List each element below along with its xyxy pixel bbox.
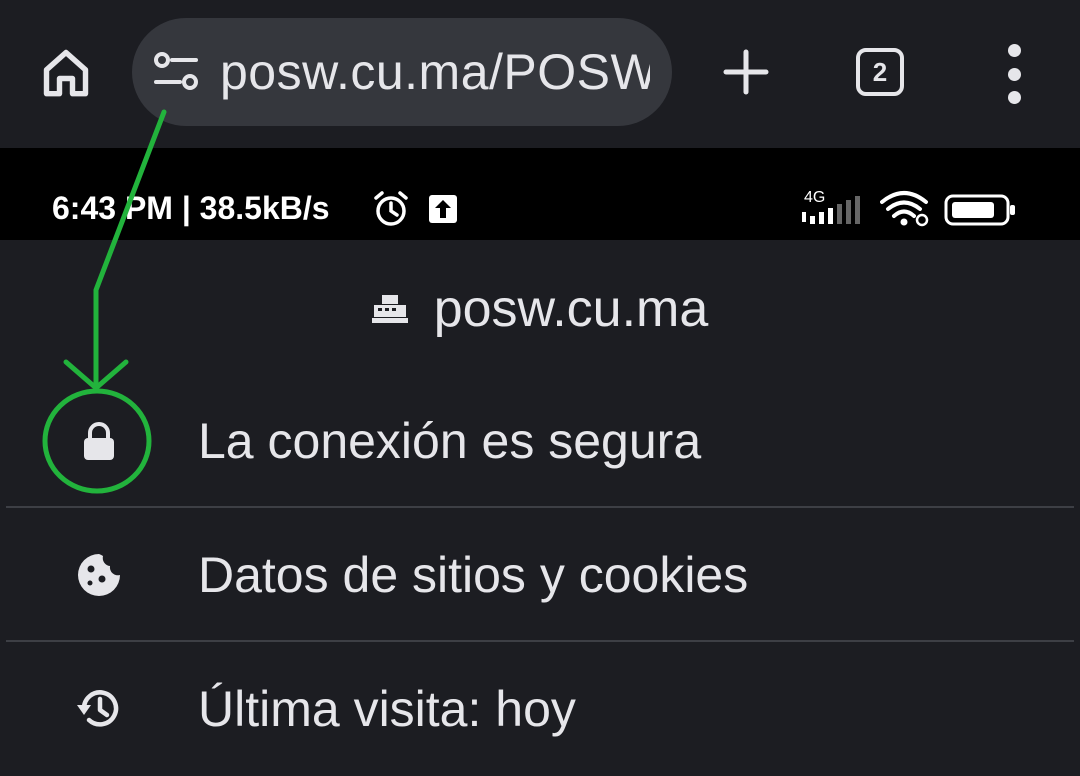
history-icon-wrap xyxy=(74,684,124,734)
tune-icon[interactable] xyxy=(152,48,200,96)
network-type-label: 4G xyxy=(804,189,825,206)
row-label: La conexión es segura xyxy=(198,413,702,469)
site-domain: posw.cu.ma xyxy=(433,280,709,338)
tab-count: 2 xyxy=(872,56,888,87)
more-vert-icon-dot xyxy=(1007,44,1021,57)
more-vert-icon-dot xyxy=(1007,91,1021,104)
row-label: Última visita: hoy xyxy=(198,681,576,737)
cookie-icon xyxy=(78,554,120,596)
more-menu-button[interactable] xyxy=(994,44,1034,104)
new-tab-button[interactable] xyxy=(716,42,776,102)
row-site-data-cookies[interactable]: Datos de sitios y cookies xyxy=(0,508,1080,642)
cookie-icon-wrap xyxy=(74,550,124,600)
more-vert-icon-dot xyxy=(1007,67,1021,81)
history-icon xyxy=(77,690,119,727)
lock-icon-wrap xyxy=(74,416,124,466)
upload-icon xyxy=(429,195,457,223)
home-icon xyxy=(43,49,89,97)
lock-icon xyxy=(84,422,114,460)
wifi-icon xyxy=(880,191,929,227)
battery-icon xyxy=(944,194,1015,226)
tab-switcher-button[interactable]: 2 xyxy=(856,48,904,96)
site-header: posw.cu.ma xyxy=(0,262,1080,356)
row-label: Datos de sitios y cookies xyxy=(198,547,749,603)
row-last-visit[interactable]: Última visita: hoy xyxy=(0,642,1080,776)
row-connection-security[interactable]: La conexión es segura xyxy=(0,374,1080,508)
browser-toolbar: posw.cu.ma/POSW 2 xyxy=(0,0,1080,148)
alarm-icon xyxy=(374,191,408,226)
url-text[interactable]: posw.cu.ma/POSW xyxy=(220,43,650,101)
signal-icon: 4G xyxy=(802,189,860,224)
home-button[interactable] xyxy=(36,40,96,104)
status-time-speed: 6:43 PM | 38.5kB/s xyxy=(52,190,330,226)
plus-icon xyxy=(723,49,769,95)
address-bar[interactable]: posw.cu.ma/POSW xyxy=(132,18,672,126)
cash-register-icon xyxy=(371,295,408,323)
